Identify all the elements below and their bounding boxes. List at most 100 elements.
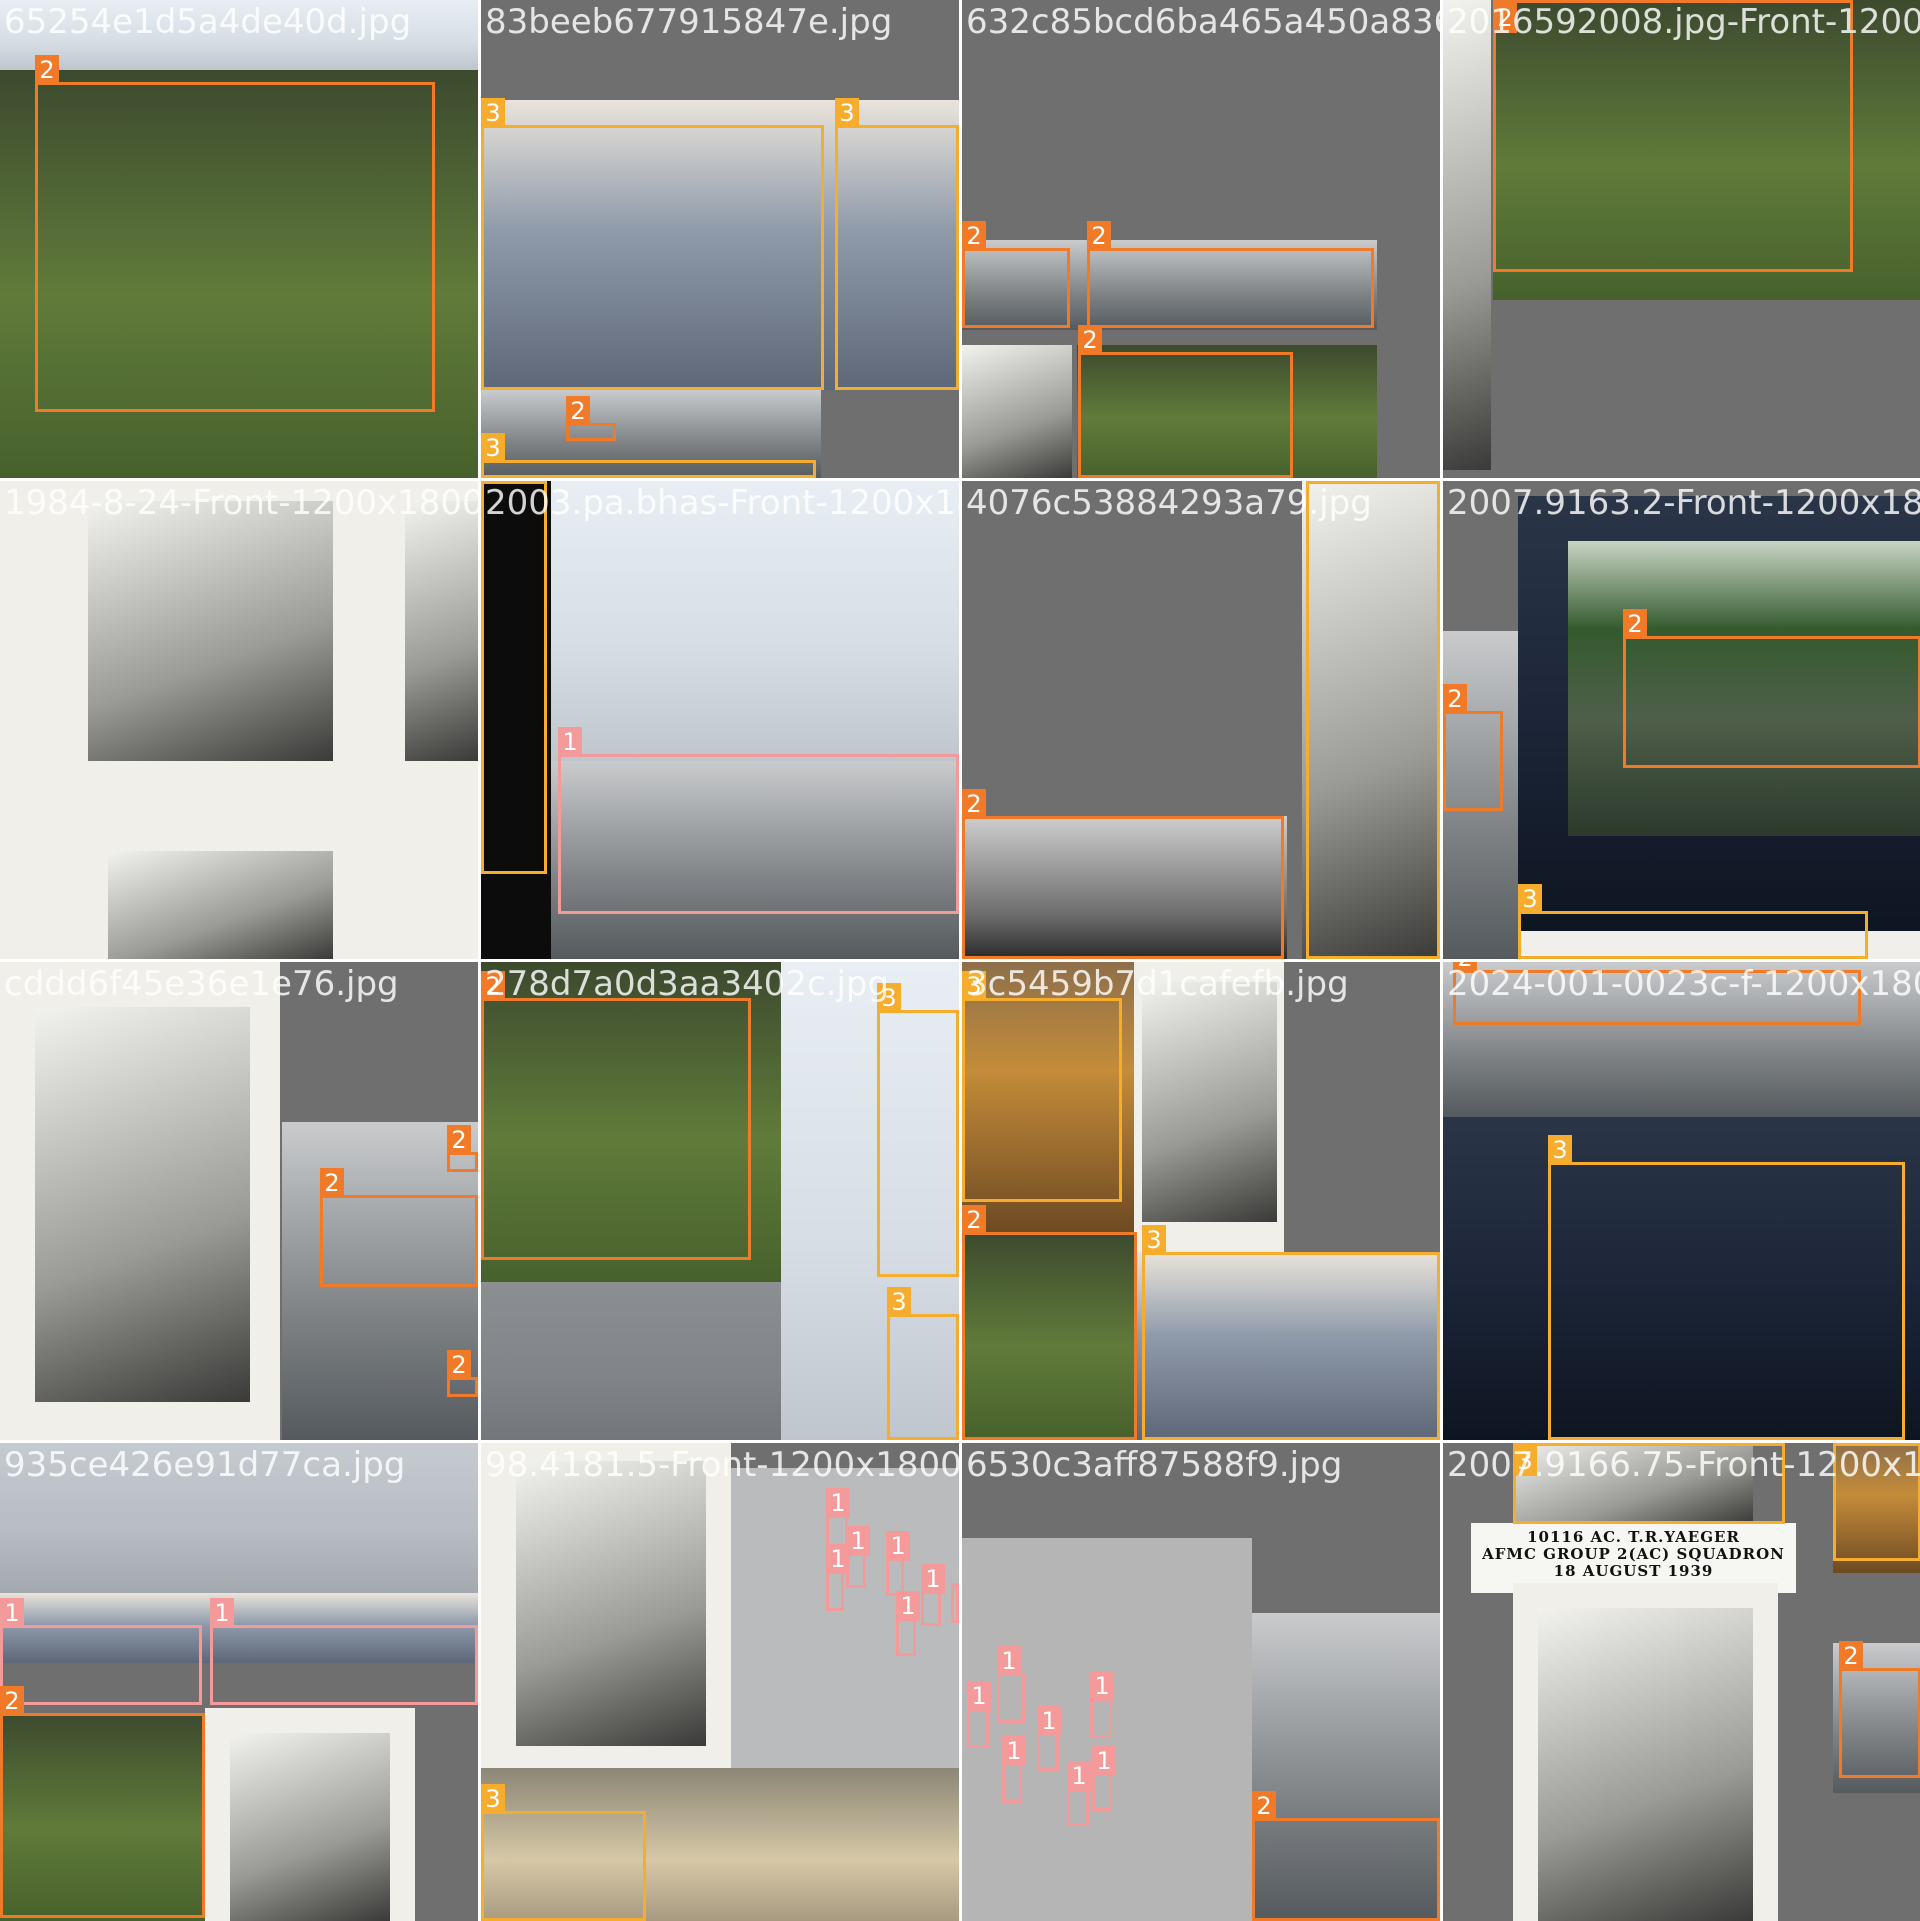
detection-box: 2: [320, 1168, 478, 1287]
class-label: 1: [886, 1531, 910, 1561]
detection-box: 1: [0, 1598, 202, 1705]
detection-box: 2: [1087, 221, 1374, 328]
mosaic-tile: 1984-8-24-Front-1200x1800@2x.jpg: [0, 481, 478, 959]
class-label: 3: [1416, 481, 1440, 484]
detection-box: 3: [1548, 1135, 1905, 1440]
detection-box: 1: [1092, 1746, 1116, 1811]
class-label: 1: [967, 1681, 991, 1711]
detection-box: 1: [1002, 1736, 1026, 1803]
detection-box: 1: [558, 727, 959, 914]
class-label: 3: [481, 98, 505, 128]
detection-box: 3: [887, 1287, 959, 1440]
detection-box: 1: [896, 1591, 920, 1656]
caption-line: 18 AUGUST 1939: [1553, 1562, 1714, 1580]
detection-box: 1: [1090, 1671, 1114, 1738]
class-label: 3: [481, 433, 505, 463]
tile-filename: 6530c3aff87588f9.jpg: [966, 1445, 1343, 1485]
detection-box: 3: [1142, 1225, 1440, 1440]
detection-box: 2: [447, 1350, 478, 1397]
class-label: 2: [1087, 221, 1111, 251]
detection-box: [481, 481, 547, 874]
class-label: 2: [320, 1168, 344, 1198]
class-label: 2: [1623, 609, 1647, 639]
photo-biplane-bw: [88, 501, 333, 761]
photo-concorde: [0, 1443, 478, 1593]
detection-box: 2: [481, 971, 751, 1260]
tile-filename: 83beeb677915847e.jpg: [485, 2, 893, 42]
class-label: 2: [481, 971, 505, 1001]
class-label: 3: [1142, 1225, 1166, 1255]
photo-concorde: [551, 481, 959, 761]
class-label: 2: [35, 55, 59, 85]
photo-biplane-bw: [230, 1733, 390, 1921]
detection-box: 3: [1306, 481, 1440, 959]
mosaic-tile: 2016592008.jpg-Front-1200x1800.jpg 2: [1443, 0, 1920, 478]
class-label: 1: [0, 1598, 24, 1628]
class-label: 2: [962, 1205, 986, 1235]
photo-clouds: [481, 1282, 781, 1440]
detection-box: 1: [921, 1564, 945, 1626]
detection-box: 2: [0, 1686, 205, 1918]
photo-biplane-bw: [35, 1007, 250, 1402]
class-label: 3: [1513, 1446, 1537, 1476]
class-label: 1: [558, 727, 582, 757]
class-label: 2: [447, 1125, 471, 1155]
class-label: 3: [887, 1287, 911, 1317]
mosaic-tile: 10116 AC. T.R.YAEGER AFMC GROUP 2(AC) SQ…: [1443, 1443, 1920, 1921]
detection-box: 2: [1078, 325, 1293, 478]
mosaic-tile: 632c85bcd6ba465a450a8363.jpg 2 2 2: [962, 0, 1440, 478]
caption-line: AFMC GROUP 2(AC) SQUADRON: [1482, 1545, 1785, 1563]
class-label: 1: [1092, 1746, 1116, 1776]
detection-box: 1: [1067, 1761, 1091, 1826]
class-label: 1: [210, 1598, 234, 1628]
photo-bw-strip: [1443, 0, 1491, 470]
caption-line: 10116 AC. T.R.YAEGER: [1527, 1528, 1740, 1546]
class-label: 1: [1067, 1761, 1091, 1791]
class-label: 1: [896, 1591, 920, 1621]
detection-box: 2: [566, 396, 616, 441]
detection-box: 2: [962, 221, 1070, 328]
detection-box: 2: [962, 1205, 1137, 1440]
mosaic-tile: 6530c3aff87588f9.jpg 1 1 1 1 1 1 1 2: [962, 1443, 1440, 1921]
detection-box: 2: [1443, 684, 1503, 811]
mosaic-tile: 2024-001-0023c-f-1200x1800 2 3: [1443, 962, 1920, 1440]
class-label: 3: [835, 98, 859, 128]
detection-box: 1: [1037, 1706, 1061, 1771]
detection-box: 2: [1493, 0, 1853, 272]
class-label: 1: [826, 1488, 850, 1518]
detection-box: 1: [210, 1598, 478, 1705]
mosaic-tile: 3c5459b7d1cafefb.jpg 3 2 3: [962, 962, 1440, 1440]
class-label: 2: [0, 1686, 24, 1716]
photo-sky: [0, 0, 478, 70]
mosaic-tile: 278d7a0d3aa3402c.jpg 2 3 3: [481, 962, 959, 1440]
detection-box: 2: [1839, 1641, 1920, 1778]
class-label: 1: [997, 1646, 1021, 1676]
class-label: 1: [826, 1544, 850, 1574]
class-label: 2: [1839, 1641, 1863, 1671]
detection-box: 2: [1453, 962, 1861, 1025]
class-label: 3: [962, 971, 986, 1001]
class-label: 2: [447, 1350, 471, 1380]
detection-box: 2: [962, 789, 1284, 959]
mosaic-tile: cddd6f45e36e1e76.jpg 2 2 2: [0, 962, 478, 1440]
class-label: 3: [1548, 1135, 1572, 1165]
detection-box: [951, 1583, 959, 1623]
class-label: 2: [566, 396, 590, 426]
class-label: 2: [1443, 684, 1467, 714]
detection-box: 2: [447, 1125, 478, 1172]
class-label: 3: [1518, 884, 1542, 914]
detection-box: 1: [826, 1544, 850, 1611]
detection-box: 2: [35, 55, 435, 412]
mosaic-tile: 98.4181.5-Front-1200x1800@2x.jpg 1 1 1 1…: [481, 1443, 959, 1921]
class-label: 1: [1037, 1706, 1061, 1736]
mosaic-tile: 65254e1d5a4de40d.jpg 2: [0, 0, 478, 478]
class-label: 2: [1252, 1791, 1276, 1821]
detection-box: 1: [997, 1646, 1025, 1723]
detection-box: 2: [1252, 1791, 1440, 1921]
class-label: 2: [1078, 325, 1102, 355]
tile-filename: 632c85bcd6ba465a450a8363.jpg: [966, 2, 1440, 42]
detection-box: 3: [1513, 1443, 1785, 1524]
mosaic-tile: 2003.pa.bhas-Front-1200x1800@2x.jpg 1: [481, 481, 959, 959]
photo-hangar-bw: [108, 851, 333, 959]
class-label: 2: [1453, 962, 1477, 973]
